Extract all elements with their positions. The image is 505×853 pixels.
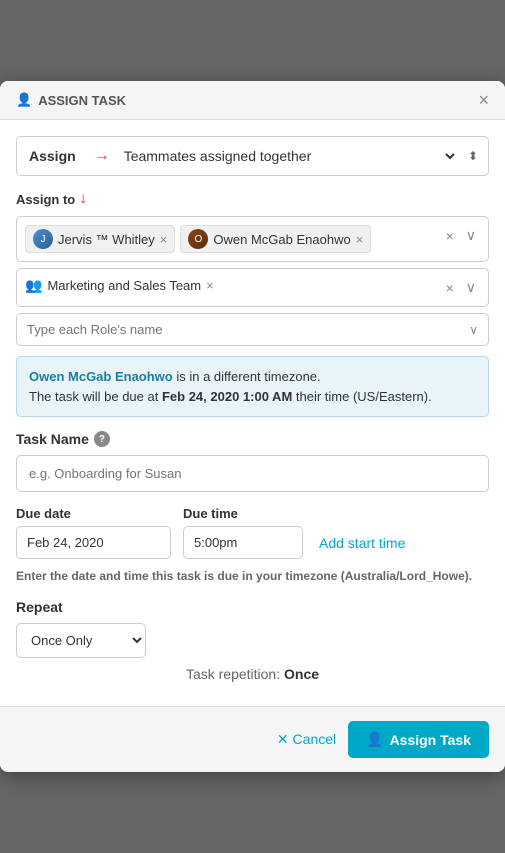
cancel-button[interactable]: ✕ Cancel bbox=[277, 731, 336, 748]
due-time-label: Due time bbox=[183, 506, 303, 521]
avatar-owen: O bbox=[188, 229, 208, 249]
remove-jervis-button[interactable]: × bbox=[160, 233, 168, 246]
due-date-group: Due date bbox=[16, 506, 171, 559]
assign-task-button[interactable]: 👤 Assign Task bbox=[348, 721, 489, 758]
assign-row[interactable]: Assign → Teammates assigned together ⬍ bbox=[16, 136, 489, 176]
repetition-value: Once bbox=[284, 666, 319, 682]
person-icon: 👤 bbox=[16, 92, 32, 108]
close-button[interactable]: × bbox=[478, 91, 489, 109]
task-name-section: Task Name ? bbox=[16, 431, 489, 492]
tz-msg3: their time (US/Eastern). bbox=[292, 389, 431, 404]
assignee-tag-jervis: J Jervis ™ Whitley × bbox=[25, 225, 175, 253]
tz-msg2: The task will be due at bbox=[29, 389, 162, 404]
due-date-label: Due date bbox=[16, 506, 171, 521]
date-time-row: Due date Due time Add start time bbox=[16, 506, 489, 559]
tz-msg1: is in a different timezone. bbox=[173, 369, 321, 384]
modal-body: Assign → Teammates assigned together ⬍ A… bbox=[0, 120, 505, 706]
assign-to-label: Assign to ↓ bbox=[16, 190, 489, 208]
assignee-name-jervis: Jervis ™ Whitley bbox=[58, 232, 155, 247]
role-input-box: ∨ bbox=[16, 313, 489, 346]
expand-assignees-button[interactable]: ∨ bbox=[462, 225, 480, 246]
assignee-name-owen: Owen McGab Enaohwo bbox=[213, 232, 350, 247]
due-time-group: Due time bbox=[183, 506, 303, 559]
due-date-input[interactable] bbox=[16, 526, 171, 559]
assignee-box-actions: × ∨ bbox=[442, 225, 480, 246]
assign-person-icon: 👤 bbox=[366, 731, 383, 748]
remove-owen-button[interactable]: × bbox=[356, 233, 364, 246]
assignees-list: J Jervis ™ Whitley × O Owen McGab Enaohw… bbox=[25, 225, 436, 253]
repeat-section: Repeat Once Only Daily Weekly Monthly Ye… bbox=[16, 599, 489, 682]
tz-hint: Enter the date and time this task is due… bbox=[16, 567, 489, 585]
team-box: 👥 Marketing and Sales Team × × ∨ bbox=[16, 268, 489, 307]
team-list: 👥 Marketing and Sales Team × bbox=[25, 277, 436, 294]
task-name-input[interactable] bbox=[16, 455, 489, 492]
tz-hint-timezone: (Australia/Lord_Howe). bbox=[341, 569, 472, 583]
timezone-notice: Owen McGab Enaohwo is in a different tim… bbox=[16, 356, 489, 417]
remove-team-button[interactable]: × bbox=[206, 279, 214, 292]
clear-team-button[interactable]: × bbox=[442, 278, 458, 298]
help-icon: ? bbox=[94, 431, 110, 447]
modal-header: 👤 ASSIGN TASK × bbox=[0, 81, 505, 120]
assign-task-modal: 👤 ASSIGN TASK × Assign → Teammates assig… bbox=[0, 81, 505, 772]
repeat-select[interactable]: Once Only Daily Weekly Monthly Yearly bbox=[16, 623, 146, 658]
role-chevron-icon: ∨ bbox=[469, 323, 478, 337]
assign-label: Assign bbox=[17, 138, 88, 174]
task-name-label: Task Name ? bbox=[16, 431, 489, 447]
modal-title: 👤 ASSIGN TASK bbox=[16, 92, 126, 108]
modal-footer: ✕ Cancel 👤 Assign Task bbox=[0, 706, 505, 772]
clear-assignees-button[interactable]: × bbox=[442, 226, 458, 246]
role-input[interactable] bbox=[27, 322, 469, 337]
team-box-actions: × ∨ bbox=[442, 277, 480, 298]
due-time-input[interactable] bbox=[183, 526, 303, 559]
assign-arrow-icon: → bbox=[88, 147, 116, 165]
assignees-box: J Jervis ™ Whitley × O Owen McGab Enaohw… bbox=[16, 216, 489, 262]
add-start-time-button[interactable]: Add start time bbox=[315, 527, 409, 559]
tz-name: Owen McGab Enaohwo bbox=[29, 369, 173, 384]
team-tag: 👥 Marketing and Sales Team × bbox=[25, 277, 214, 294]
repeat-label: Repeat bbox=[16, 599, 489, 615]
assignee-tag-owen: O Owen McGab Enaohwo × bbox=[180, 225, 371, 253]
chevron-down-icon: ⬍ bbox=[458, 139, 488, 173]
tz-due-time: Feb 24, 2020 1:00 AM bbox=[162, 389, 292, 404]
red-arrow-down-icon: ↓ bbox=[79, 190, 87, 208]
expand-team-button[interactable]: ∨ bbox=[462, 277, 480, 298]
repetition-text: Task repetition: Once bbox=[16, 666, 489, 682]
team-name: Marketing and Sales Team bbox=[47, 278, 201, 293]
avatar-jervis: J bbox=[33, 229, 53, 249]
team-icon: 👥 bbox=[25, 277, 42, 294]
assign-select[interactable]: Teammates assigned together bbox=[116, 137, 458, 175]
